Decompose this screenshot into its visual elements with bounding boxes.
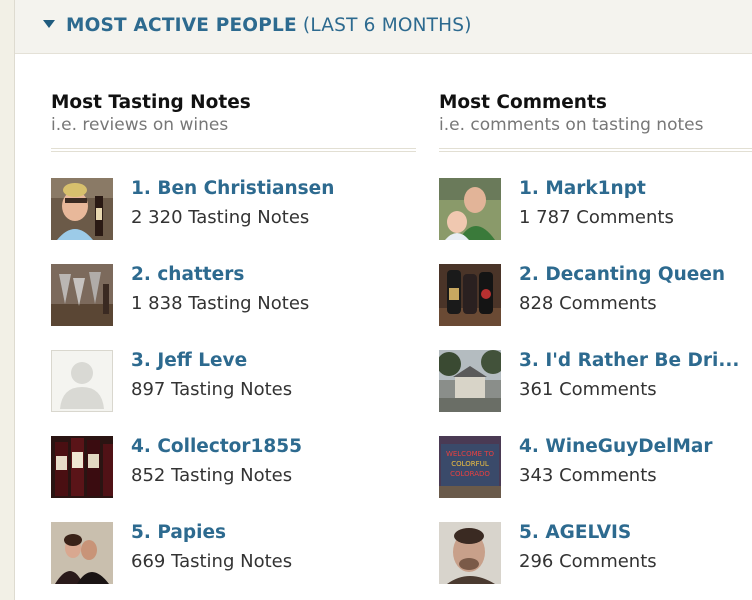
sign-text: COLORADO xyxy=(450,470,490,478)
comments-count: 828 Comments xyxy=(519,293,657,314)
comments-count: 343 Comments xyxy=(519,465,657,486)
list-item: WELCOME TO COLORFUL COLORADO 4. WineGuyD… xyxy=(439,436,752,500)
person-link[interactable]: 3. I'd Rather Be Dri... xyxy=(519,350,739,371)
avatar[interactable] xyxy=(51,436,113,498)
avatar[interactable] xyxy=(439,350,501,412)
default-avatar-icon[interactable] xyxy=(51,350,113,412)
person-link[interactable]: 2. chatters xyxy=(131,264,244,285)
section-title-main: MOST ACTIVE PEOPLE xyxy=(66,15,297,36)
list-item: 2. Decanting Queen 828 Comments xyxy=(439,264,752,328)
sign-text: WELCOME TO xyxy=(446,450,495,458)
list-item: 5. Papies 669 Tasting Notes xyxy=(51,522,416,586)
tasting-notes-column: Most Tasting Notes i.e. reviews on wines… xyxy=(51,92,416,584)
tasting-notes-count: 1 838 Tasting Notes xyxy=(131,293,310,314)
column-divider xyxy=(51,148,416,152)
tasting-notes-subheading: i.e. reviews on wines xyxy=(51,115,229,135)
person-link[interactable]: 4. WineGuyDelMar xyxy=(519,436,712,457)
list-item: 4. Collector1855 852 Tasting Notes xyxy=(51,436,416,500)
sign-text: COLORFUL xyxy=(451,460,489,468)
list-item: 3. Jeff Leve 897 Tasting Notes xyxy=(51,350,416,414)
tasting-notes-count: 669 Tasting Notes xyxy=(131,551,293,572)
list-item: 5. AGELVIS 296 Comments xyxy=(439,522,752,586)
comments-count: 1 787 Comments xyxy=(519,207,674,228)
avatar[interactable] xyxy=(51,522,113,584)
person-link[interactable]: 2. Decanting Queen xyxy=(519,264,725,285)
person-link[interactable]: 3. Jeff Leve xyxy=(131,350,247,371)
avatar[interactable]: WELCOME TO COLORFUL COLORADO xyxy=(439,436,501,498)
tasting-notes-count: 852 Tasting Notes xyxy=(131,465,293,486)
avatar[interactable] xyxy=(439,178,501,240)
collapse-arrow-icon[interactable] xyxy=(43,20,55,28)
person-link[interactable]: 1. Ben Christiansen xyxy=(131,178,334,199)
person-link[interactable]: 4. Collector1855 xyxy=(131,436,302,457)
column-divider xyxy=(439,148,752,152)
avatar[interactable] xyxy=(51,264,113,326)
avatar[interactable] xyxy=(51,178,113,240)
comments-heading: Most Comments xyxy=(439,92,607,113)
person-link[interactable]: 1. Mark1npt xyxy=(519,178,646,199)
list-item: 1. Ben Christiansen 2 320 Tasting Notes xyxy=(51,178,416,242)
person-link[interactable]: 5. Papies xyxy=(131,522,226,543)
comments-subheading: i.e. comments on tasting notes xyxy=(439,115,704,135)
section-title[interactable]: MOST ACTIVE PEOPLE (LAST 6 MONTHS) xyxy=(66,15,472,36)
person-link[interactable]: 5. AGELVIS xyxy=(519,522,631,543)
comments-count: 361 Comments xyxy=(519,379,657,400)
comments-count: 296 Comments xyxy=(519,551,657,572)
tasting-notes-heading: Most Tasting Notes xyxy=(51,92,251,113)
avatar[interactable] xyxy=(439,264,501,326)
list-item: 3. I'd Rather Be Dri... 361 Comments xyxy=(439,350,752,414)
section-title-period: (LAST 6 MONTHS) xyxy=(302,15,472,36)
section-header[interactable]: MOST ACTIVE PEOPLE (LAST 6 MONTHS) xyxy=(15,0,752,54)
left-border xyxy=(0,0,15,600)
tasting-notes-count: 2 320 Tasting Notes xyxy=(131,207,310,228)
avatar[interactable] xyxy=(439,522,501,584)
tasting-notes-count: 897 Tasting Notes xyxy=(131,379,293,400)
comments-column: Most Comments i.e. comments on tasting n… xyxy=(439,92,752,584)
list-item: 2. chatters 1 838 Tasting Notes xyxy=(51,264,416,328)
list-item: 1. Mark1npt 1 787 Comments xyxy=(439,178,752,242)
